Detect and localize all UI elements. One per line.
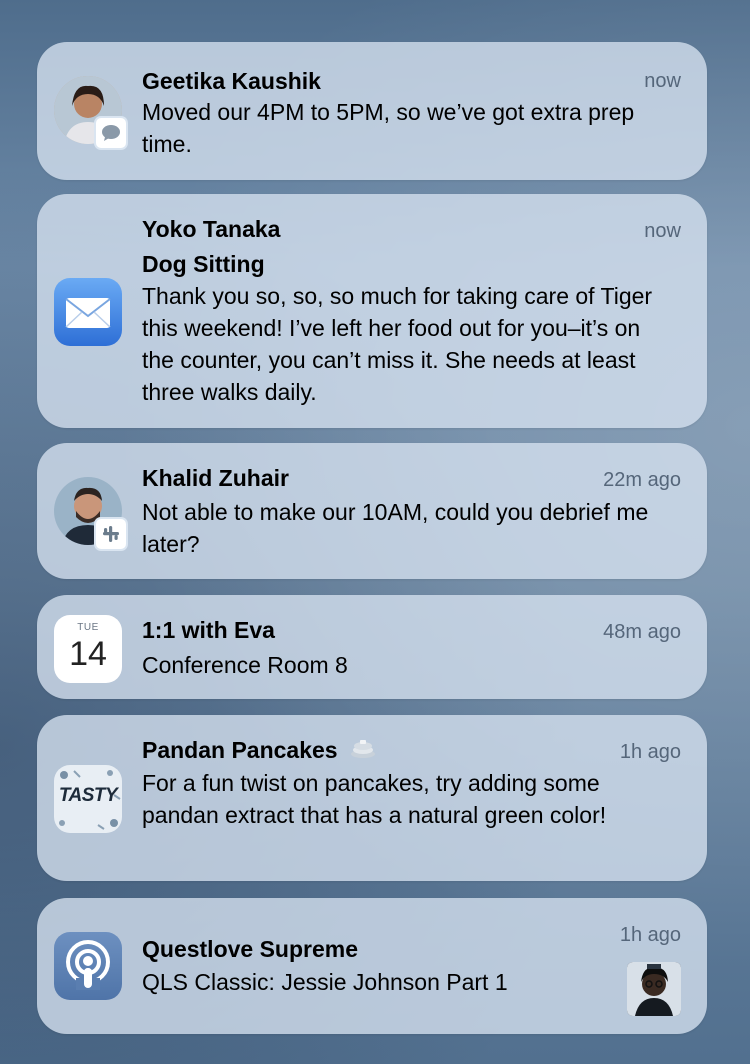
calendar-icon: TUE 14 xyxy=(54,615,122,683)
mail-icon xyxy=(54,278,122,346)
notification-sender: Pandan Pancakes xyxy=(142,737,338,763)
notification-mail[interactable]: Yoko Tanaka now Dog Sitting Thank you so… xyxy=(37,194,707,428)
calendar-date-number: 14 xyxy=(69,635,107,673)
notification-title-row: Pandan Pancakes xyxy=(142,735,376,767)
notification-sender: Questlove Supreme xyxy=(142,936,359,962)
notification-slack[interactable]: Khalid Zuhair 22m ago Not able to make o… xyxy=(37,443,707,579)
notification-time: now xyxy=(644,70,681,92)
notification-messages[interactable]: Geetika Kaushik now Moved our 4PM to 5PM… xyxy=(37,42,707,180)
notification-message: Not able to make our 10AM, could you deb… xyxy=(142,499,649,557)
contact-avatar-geetika xyxy=(54,76,128,150)
notification-message: QLS Classic: Jessie Johnson Part 1 xyxy=(142,969,508,995)
tasty-logo-text: TASTY xyxy=(58,785,118,806)
notification-podcasts[interactable]: Questlove Supreme 1h ago QLS Classic: Je… xyxy=(37,898,707,1034)
notification-message: Moved our 4PM to 5PM, so we’ve got extra… xyxy=(142,99,635,157)
notification-message: Conference Room 8 xyxy=(142,652,348,678)
podcast-artwork-thumbnail xyxy=(627,962,681,1016)
notification-sender: 1:1 with Eva xyxy=(142,617,275,643)
notification-time: 22m ago xyxy=(603,469,681,491)
notification-tasty[interactable]: TASTY Pandan Pancakes 1h ago For a fun t… xyxy=(37,715,707,881)
notification-calendar[interactable]: TUE 14 1:1 with Eva 48m ago Conference R… xyxy=(37,595,707,699)
messages-badge-icon xyxy=(94,116,128,150)
pancake-emoji-icon xyxy=(350,737,376,767)
notification-message: For a fun twist on pancakes, try adding … xyxy=(142,770,607,828)
notification-time: 1h ago xyxy=(619,741,681,763)
notification-sender: Geetika Kaushik xyxy=(142,68,321,94)
slack-badge-icon xyxy=(94,517,128,551)
tasty-app-icon: TASTY xyxy=(54,765,122,833)
notification-content: Dog Sitting Thank you so, so, so much fo… xyxy=(142,248,677,408)
notification-time: now xyxy=(644,220,681,242)
calendar-day-label: TUE xyxy=(77,622,99,633)
notification-sender: Yoko Tanaka xyxy=(142,216,281,242)
mail-subject: Dog Sitting xyxy=(142,251,265,277)
notification-message: Thank you so, so, so much for taking car… xyxy=(142,283,653,405)
notification-sender: Khalid Zuhair xyxy=(142,465,289,491)
notification-time: 1h ago xyxy=(619,924,681,946)
notification-time: 48m ago xyxy=(603,621,681,643)
podcasts-icon xyxy=(54,932,122,1000)
contact-avatar-khalid xyxy=(54,477,128,551)
